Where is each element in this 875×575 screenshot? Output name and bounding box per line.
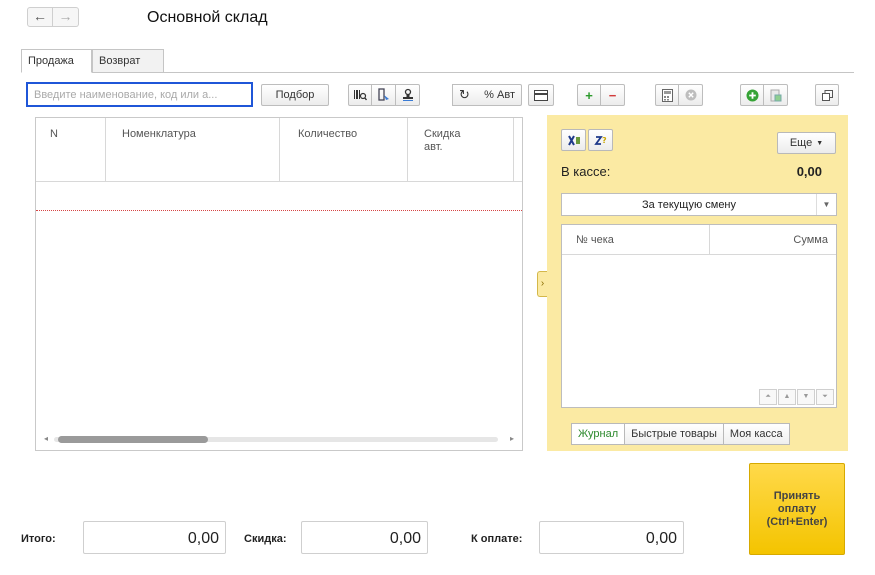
scan-tools-group	[348, 84, 420, 106]
cancel-icon	[685, 89, 696, 101]
checks-table-header: № чека Сумма	[562, 225, 836, 255]
create-button[interactable]	[740, 84, 764, 106]
to-pay-label: К оплате:	[471, 533, 523, 545]
excel-icon	[567, 135, 580, 145]
current-row-line	[36, 210, 522, 211]
prev-page-icon[interactable]: ▲	[778, 389, 796, 405]
forward-button[interactable]: →	[53, 7, 79, 27]
discount-field[interactable]: 0,00	[301, 521, 428, 554]
panel-tabs: Журнал Быстрые товары Моя касса	[571, 423, 790, 445]
col-auto-discount[interactable]: Скидка авт.	[408, 118, 514, 182]
dropdown-icon[interactable]: ▼	[816, 194, 836, 215]
in-cash-label: В кассе:	[561, 164, 611, 179]
panel-toggle-handle[interactable]: ›	[537, 271, 547, 297]
add-icon: +	[585, 87, 593, 103]
col-quantity[interactable]: Количество	[280, 118, 408, 182]
card-icon	[534, 89, 548, 101]
period-select[interactable]: За текущую смену ▼	[561, 193, 837, 216]
card-button[interactable]	[528, 84, 554, 106]
svg-text:?: ?	[602, 136, 607, 145]
discount-group: ↻ % Авт	[452, 84, 522, 106]
goods-table[interactable]: N Номенклатура Количество Скидка авт. ◂ …	[35, 117, 523, 451]
accept-payment-button[interactable]: Принять оплату (Ctrl+Enter)	[749, 463, 845, 555]
period-value: За текущую смену	[641, 199, 737, 211]
sort-icon: ?	[593, 136, 607, 145]
refresh-icon: ↻	[459, 87, 470, 102]
tab-sale[interactable]: Продажа	[21, 49, 92, 73]
arrow-right-icon: →	[58, 8, 73, 24]
excel-button[interactable]	[561, 129, 586, 151]
sort-button[interactable]: ?	[588, 129, 613, 151]
accept-payment-label: Принять оплату (Ctrl+Enter)	[766, 489, 828, 528]
tab-quick-goods[interactable]: Быстрые товары	[625, 423, 724, 445]
total-field[interactable]: 0,00	[83, 521, 226, 554]
remove-icon: −	[608, 87, 617, 103]
next-page-icon[interactable]: ▼	[797, 389, 815, 405]
auto-discount-label: % Авт	[484, 89, 515, 101]
to-pay-field[interactable]: 0,00	[539, 521, 684, 554]
barcode-search-icon	[354, 90, 367, 101]
tab-return[interactable]: Возврат	[92, 49, 164, 73]
in-cash-value: 0,00	[796, 164, 822, 179]
pick-button[interactable]: Подбор	[261, 84, 329, 106]
col-nomenclature[interactable]: Номенклатура	[106, 118, 280, 182]
window-icon	[821, 89, 833, 101]
more-button[interactable]: Еще ▼	[777, 132, 836, 154]
col-check-number[interactable]: № чека	[562, 225, 710, 255]
print-button[interactable]	[764, 84, 788, 106]
add-remove-group: + −	[577, 84, 625, 106]
back-button[interactable]: ←	[27, 7, 53, 27]
scroll-right-icon[interactable]: ▸	[510, 434, 514, 443]
scan-button[interactable]	[372, 84, 396, 106]
checks-nav: ⏶ ▲ ▼ ⏷	[758, 389, 834, 405]
chevron-down-icon: ▼	[816, 139, 824, 147]
green-plus-icon	[746, 89, 758, 101]
more-label: Еще	[789, 137, 813, 149]
last-page-icon[interactable]: ⏷	[816, 389, 834, 405]
page-title: Основной склад	[147, 9, 268, 26]
scan-icon	[377, 88, 389, 101]
scroll-left-icon[interactable]: ◂	[44, 434, 48, 443]
checks-table[interactable]: № чека Сумма ⏶ ▲ ▼ ⏷	[561, 224, 837, 408]
first-page-icon[interactable]: ⏶	[759, 389, 777, 405]
stamp-button[interactable]	[396, 84, 420, 106]
add-row-button[interactable]: +	[577, 84, 601, 106]
col-n[interactable]: N	[36, 118, 106, 182]
discount-label: Скидка:	[244, 533, 287, 545]
calc-group	[655, 84, 703, 106]
goods-table-header: N Номенклатура Количество Скидка авт.	[36, 118, 522, 182]
arrow-left-icon: ←	[33, 8, 47, 24]
barcode-search-button[interactable]	[348, 84, 372, 106]
horizontal-scrollbar[interactable]: ◂ ▸	[44, 434, 514, 444]
cancel-button[interactable]	[679, 84, 703, 106]
scroll-thumb[interactable]	[58, 436, 208, 443]
calculator-icon	[661, 88, 673, 102]
tab-my-cash[interactable]: Моя касса	[723, 423, 790, 445]
auto-discount-button[interactable]: ↻ % Авт	[452, 84, 522, 106]
cash-panel: ? Еще ▼ В кассе: 0,00 За текущую смену ▼…	[547, 115, 848, 451]
tab-journal[interactable]: Журнал	[571, 423, 626, 445]
stamp-icon	[402, 88, 413, 101]
doc-group	[740, 84, 788, 106]
col-amount[interactable]: Сумма	[793, 234, 828, 246]
remove-row-button[interactable]: −	[601, 84, 625, 106]
print-icon	[770, 89, 781, 101]
calculator-button[interactable]	[655, 84, 679, 106]
total-label: Итого:	[21, 533, 56, 545]
search-input[interactable]	[26, 82, 253, 107]
chevron-right-icon: ›	[540, 278, 545, 289]
open-window-button[interactable]	[815, 84, 839, 106]
